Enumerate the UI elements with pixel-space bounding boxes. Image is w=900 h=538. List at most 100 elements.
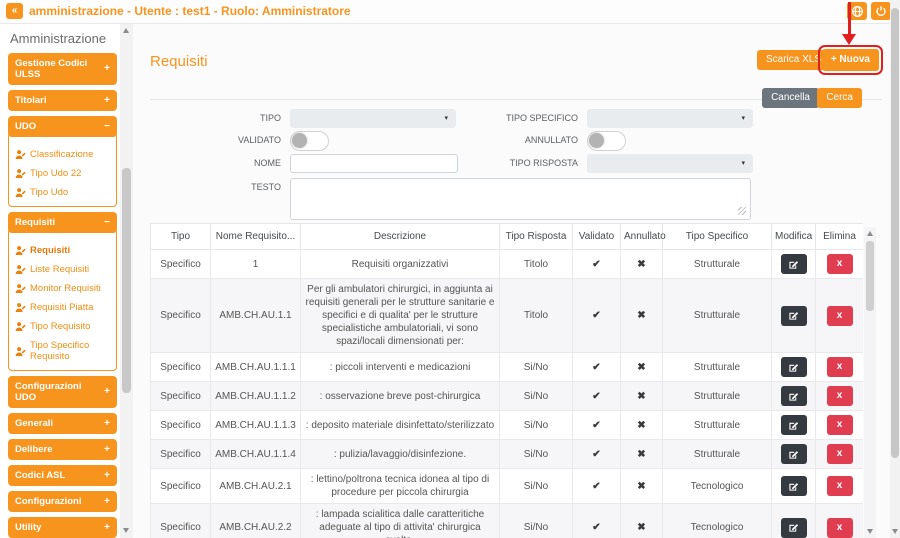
table-row: Specifico AMB.CH.AU.1.1.4: pulizia/lavagg… <box>150 439 863 469</box>
table-header-row: Tipo Nome Requisito... Descrizione Tipo … <box>150 223 863 250</box>
cell-nome-requisito: 1 <box>210 249 301 279</box>
cell-tipo-specifico: Tecnologico <box>662 503 772 538</box>
cell-annullato: ✖ <box>620 352 663 382</box>
edit-button[interactable] <box>780 415 807 435</box>
edit-button[interactable] <box>780 476 807 496</box>
validato-toggle[interactable] <box>290 131 329 151</box>
page-scrollbar[interactable] <box>890 0 900 538</box>
check-icon: ✔ <box>592 310 601 321</box>
sidebar-item-tipo-udo-22[interactable]: Tipo Udo 22 <box>11 164 114 183</box>
person-icon <box>15 284 26 294</box>
cell-elimina: x <box>815 468 863 504</box>
sidebar: Amministrazione Gestione Codici ULSS + Tit… <box>0 23 120 538</box>
sidebar-group-titolari[interactable]: Titolari + <box>8 90 117 111</box>
sidebar-group-label: Utility <box>15 522 42 533</box>
edit-button[interactable] <box>780 444 807 464</box>
edit-button[interactable] <box>780 254 807 274</box>
table-body: Specifico 1 Requisiti organizzativi Titolo ✔… <box>150 249 863 538</box>
cell-tipo-specifico: Strutturale <box>662 410 772 440</box>
check-icon: ✔ <box>592 480 601 492</box>
sidebar-group-configurazioni-udo[interactable]: Configurazioni UDO + <box>8 376 117 408</box>
x-icon: ✖ <box>637 361 646 373</box>
sidebar-group-gestione-codici-ulss[interactable]: Gestione Codici ULSS + <box>8 53 117 85</box>
main-content: Requisiti Scarica XLS + Nuova Cancella C… <box>133 23 890 538</box>
scroll-down-icon[interactable] <box>892 529 898 534</box>
sidebar-group-generali[interactable]: Generali + <box>8 413 117 434</box>
tipo-select[interactable]: ▾ <box>290 109 456 128</box>
cell-tipo-risposta: Si/No <box>499 503 573 538</box>
edit-button[interactable] <box>780 517 807 538</box>
resize-grip[interactable] <box>738 207 746 215</box>
sidebar-item-tipo-specifico-requisito[interactable]: Tipo Specifico Requisito <box>11 336 114 366</box>
person-icon <box>15 346 26 356</box>
scroll-down-icon[interactable] <box>123 528 129 533</box>
tipo-specifico-select[interactable]: ▾ <box>587 109 753 128</box>
cell-tipo-risposta: Si/No <box>499 439 573 469</box>
sidebar-item-liste-requisiti[interactable]: Liste Requisiti <box>11 260 114 279</box>
cell-nome-requisito: AMB.CH.AU.1.1.3 <box>210 410 301 440</box>
sidebar-group-delibere[interactable]: Delibere + <box>8 439 117 460</box>
tipo-label: TIPO <box>259 113 281 123</box>
tipo-risposta-select[interactable]: ▾ <box>587 154 753 173</box>
sidebar-item-classificazione[interactable]: Classificazione <box>11 145 114 164</box>
scroll-up-icon[interactable] <box>866 231 873 236</box>
testo-textarea[interactable] <box>290 178 751 220</box>
sidebar-group-udo[interactable]: UDO − <box>8 116 117 137</box>
sidebar-collapse-button[interactable]: « <box>6 3 23 19</box>
table-scrollbar[interactable] <box>864 227 876 538</box>
delete-button[interactable]: x <box>826 386 853 406</box>
cell-descrizione: : osservazione breve post-chirurgica <box>300 381 500 411</box>
edit-button[interactable] <box>780 386 807 406</box>
delete-button[interactable]: x <box>826 357 853 377</box>
delete-button[interactable]: x <box>826 476 853 496</box>
expand-icon: + <box>104 63 110 74</box>
scroll-up-icon[interactable] <box>123 28 129 33</box>
cell-nome-requisito: AMB.CH.AU.1.1 <box>210 278 301 353</box>
nuova-button[interactable]: + Nuova <box>817 45 884 75</box>
delete-button[interactable]: x <box>826 305 853 326</box>
sidebar-item-label: Tipo Udo 22 <box>30 168 82 179</box>
cancella-button[interactable]: Cancella <box>762 88 819 108</box>
nome-input[interactable] <box>290 154 458 173</box>
sidebar-item-requisiti[interactable]: Requisiti <box>11 241 114 260</box>
col-descrizione: Descrizione <box>300 223 500 250</box>
edit-button[interactable] <box>780 305 807 326</box>
sidebar-item-label: Tipo Udo <box>30 187 69 198</box>
sidebar-group-requisiti[interactable]: Requisiti − <box>8 212 117 233</box>
cell-annullato: ✖ <box>620 381 663 411</box>
sidebar-group-utility[interactable]: Utility + <box>8 517 117 538</box>
cell-modifica <box>771 503 816 538</box>
check-icon: ✔ <box>592 522 601 533</box>
delete-button[interactable]: x <box>826 254 853 274</box>
cell-tipo-risposta: Si/No <box>499 381 573 411</box>
sidebar-group-codici-asl[interactable]: Codici ASL + <box>8 465 117 486</box>
sidebar-item-tipo-udo[interactable]: Tipo Udo <box>11 183 114 202</box>
sidebar-group-label: Configurazioni <box>15 496 82 507</box>
page-scrollbar-thumb[interactable] <box>891 8 899 458</box>
sidebar-scrollbar[interactable] <box>120 23 133 538</box>
sidebar-item-requisiti-piatta[interactable]: Requisiti Piatta <box>11 298 114 317</box>
validato-label: VALIDATO <box>237 135 281 145</box>
delete-button[interactable]: x <box>826 517 853 538</box>
table-scrollbar-thumb[interactable] <box>866 241 874 311</box>
tipo-risposta-label: TIPO RISPOSTA <box>509 158 578 168</box>
scarica-xls-button[interactable]: Scarica XLS <box>756 50 830 70</box>
delete-button[interactable]: x <box>826 415 853 435</box>
cell-annullato: ✖ <box>620 439 663 469</box>
power-button[interactable] <box>871 2 891 20</box>
sidebar-item-monitor-requisiti[interactable]: Monitor Requisiti <box>11 279 114 298</box>
sidebar-group-label: Titolari <box>15 95 47 106</box>
person-icon <box>15 169 26 179</box>
edit-icon <box>789 421 799 430</box>
cerca-button[interactable]: Cerca <box>817 88 862 108</box>
sidebar-group-configurazioni[interactable]: Configurazioni + <box>8 491 117 512</box>
cell-tipo-risposta: Si/No <box>499 410 573 440</box>
edit-button[interactable] <box>780 357 807 377</box>
sidebar-scrollbar-thumb[interactable] <box>122 168 131 393</box>
cell-annullato: ✖ <box>620 503 663 538</box>
delete-button[interactable]: x <box>826 444 853 464</box>
sidebar-item-tipo-requisito[interactable]: Tipo Requisito <box>11 317 114 336</box>
cell-tipo: Specifico <box>150 468 211 504</box>
annullato-toggle[interactable] <box>587 131 626 151</box>
scroll-down-icon[interactable] <box>866 529 873 534</box>
